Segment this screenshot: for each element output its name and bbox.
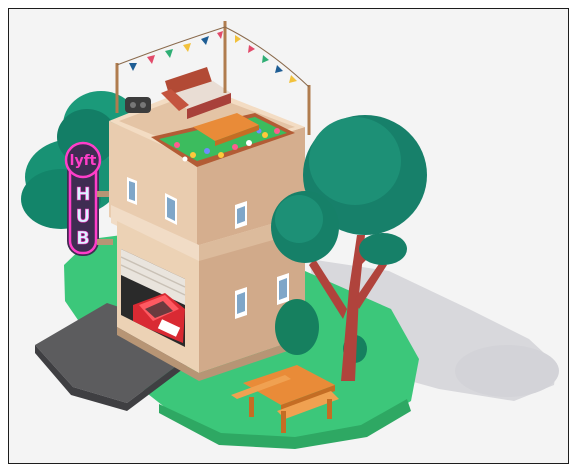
lyft-hub-scene: lyft H U B [21, 21, 559, 449]
sign-brand: lyft [70, 153, 97, 169]
illustration-frame: lyft H U B [8, 8, 569, 464]
sign-letter-h: H [75, 184, 90, 205]
sign-letter-b: B [76, 228, 90, 249]
sign-letter-u: U [76, 206, 91, 227]
roof-grill [125, 97, 151, 113]
